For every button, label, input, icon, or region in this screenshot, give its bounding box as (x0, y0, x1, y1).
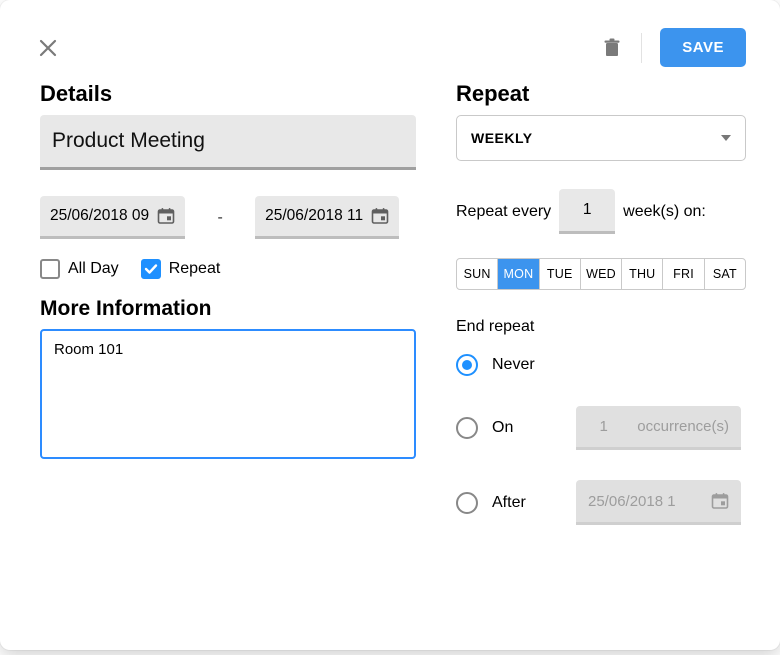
event-editor-dialog: SAVE Details 25/06/2018 09 - 25/06/2018 … (0, 0, 780, 650)
end-on-label: On (492, 419, 562, 437)
close-icon (39, 39, 57, 57)
occurrence-suffix: occurrence(s) (637, 418, 729, 435)
occurrence-field: 1 occurrence(s) (576, 406, 741, 450)
end-after-option[interactable]: After 25/06/2018 1 (456, 480, 752, 525)
radio-button (456, 417, 478, 439)
repeat-every-input[interactable] (559, 189, 615, 234)
event-title-input[interactable] (40, 115, 416, 170)
date-range-dash: - (185, 209, 255, 227)
weekday-sun[interactable]: SUN (457, 259, 498, 289)
repeat-every-suffix: week(s) on: (623, 203, 706, 221)
start-date-field[interactable]: 25/06/2018 09 (40, 196, 185, 239)
close-button[interactable] (34, 34, 62, 62)
all-day-checkbox[interactable]: All Day (40, 259, 119, 279)
end-date-value: 25/06/2018 11 (265, 207, 363, 225)
options-row: All Day Repeat (40, 259, 416, 279)
end-after-date-field: 25/06/2018 1 (576, 480, 741, 525)
weekday-tue[interactable]: TUE (540, 259, 581, 289)
details-heading: Details (40, 81, 416, 107)
delete-button[interactable] (601, 37, 623, 59)
checkbox-box (40, 259, 60, 279)
trash-icon (603, 38, 621, 58)
frequency-select[interactable]: WEEKLY (456, 115, 746, 161)
end-never-option[interactable]: Never (456, 354, 752, 376)
weekday-fri[interactable]: FRI (663, 259, 704, 289)
dialog-topbar: SAVE (0, 0, 780, 67)
repeat-every-prefix: Repeat every (456, 203, 551, 221)
more-info-heading: More Information (40, 297, 416, 321)
checkbox-box (141, 259, 161, 279)
repeat-heading: Repeat (456, 81, 752, 107)
date-range-row: 25/06/2018 09 - 25/06/2018 11 (40, 196, 416, 239)
calendar-icon (711, 492, 729, 510)
repeat-every-row: Repeat every week(s) on: (456, 189, 752, 234)
weekday-wed[interactable]: WED (581, 259, 622, 289)
save-button[interactable]: SAVE (660, 28, 746, 67)
end-after-label: After (492, 494, 562, 512)
topbar-actions: SAVE (601, 28, 746, 67)
end-on-option[interactable]: On 1 occurrence(s) (456, 406, 752, 450)
calendar-icon (157, 207, 175, 225)
radio-button (456, 492, 478, 514)
end-never-label: Never (492, 356, 535, 374)
all-day-label: All Day (68, 260, 119, 278)
check-icon (144, 262, 158, 276)
repeat-checkbox-label: Repeat (169, 260, 221, 278)
end-repeat-heading: End repeat (456, 318, 752, 336)
end-date-field[interactable]: 25/06/2018 11 (255, 196, 399, 239)
chevron-down-icon (721, 135, 731, 141)
start-date-value: 25/06/2018 09 (50, 207, 149, 225)
separator (641, 33, 642, 63)
radio-button (456, 354, 478, 376)
weekday-mon[interactable]: MON (498, 259, 539, 289)
repeat-checkbox[interactable]: Repeat (141, 259, 221, 279)
repeat-column: Repeat WEEKLY Repeat every week(s) on: S… (456, 81, 752, 525)
end-after-date-value: 25/06/2018 1 (588, 493, 676, 510)
more-info-textarea[interactable]: Room 101 (40, 329, 416, 459)
weekday-picker: SUN MON TUE WED THU FRI SAT (456, 258, 746, 290)
frequency-value: WEEKLY (471, 130, 533, 146)
calendar-icon (371, 207, 389, 225)
details-column: Details 25/06/2018 09 - 25/06/2018 11 (40, 81, 416, 525)
occurrence-value: 1 (588, 418, 619, 435)
dialog-content: Details 25/06/2018 09 - 25/06/2018 11 (0, 67, 780, 525)
weekday-thu[interactable]: THU (622, 259, 663, 289)
weekday-sat[interactable]: SAT (705, 259, 745, 289)
